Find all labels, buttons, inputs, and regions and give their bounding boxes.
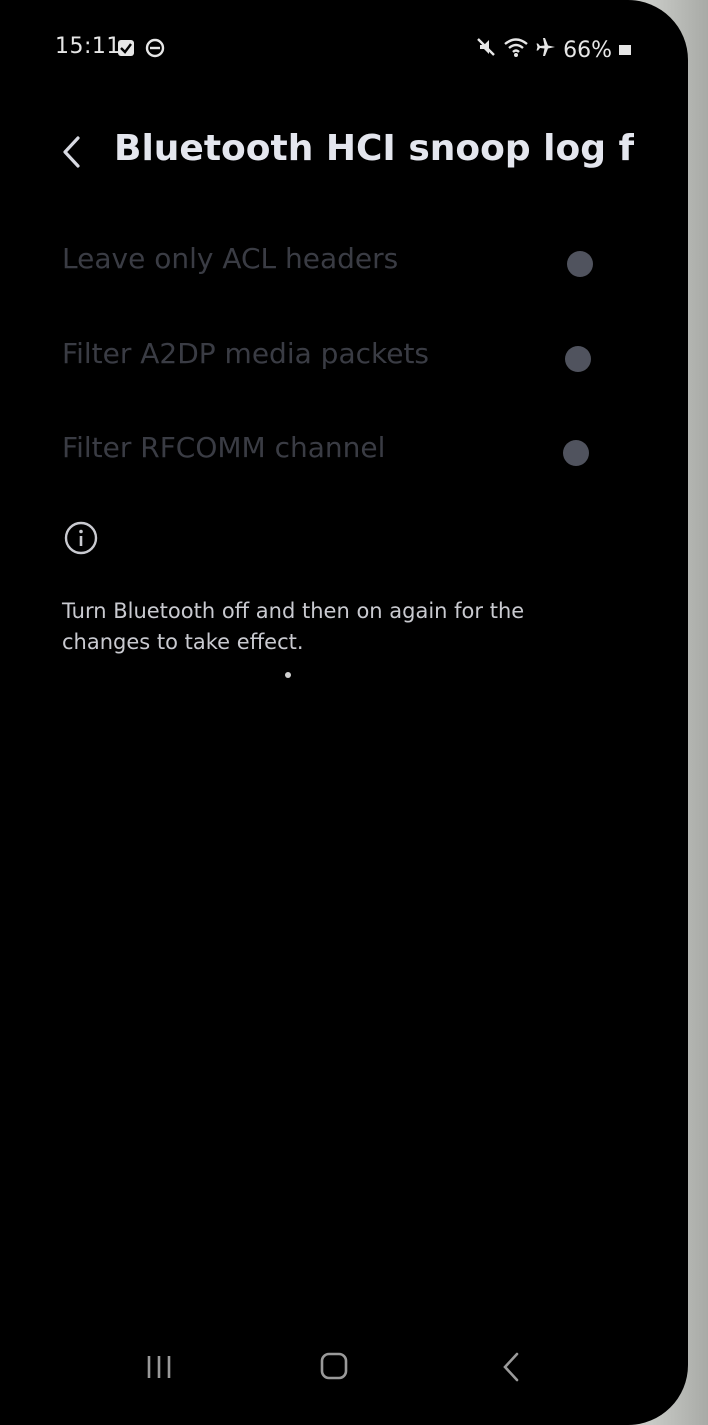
wifi-icon — [503, 36, 529, 64]
info-message-line-2: changes to take effect. — [62, 630, 304, 654]
back-arrow-icon — [503, 1352, 519, 1382]
nav-back-button[interactable] — [500, 1350, 522, 1384]
back-button[interactable] — [56, 130, 90, 174]
radio-button[interactable] — [567, 251, 593, 277]
navigation-bar — [0, 1330, 688, 1405]
chevron-left-icon — [63, 136, 80, 168]
option-label: Filter A2DP media packets — [62, 337, 430, 370]
phone-screen: 15:11 66% Bluetooth HCI snoop log f Leav… — [0, 0, 688, 1425]
airplane-icon — [535, 36, 557, 64]
mute-icon — [475, 36, 497, 64]
recent-apps-icon — [147, 1356, 171, 1378]
radio-button[interactable] — [565, 346, 591, 372]
radio-button[interactable] — [563, 440, 589, 466]
option-leave-only-acl-headers[interactable]: Leave only ACL headers — [0, 218, 688, 298]
status-bar: 15:11 66% — [0, 0, 688, 100]
option-filter-rfcomm-channel[interactable]: Filter RFCOMM channel — [0, 407, 688, 487]
info-message: Turn Bluetooth off and then on again for… — [62, 596, 582, 658]
status-right-icons: 66% — [475, 36, 632, 64]
app-bar: Bluetooth HCI snoop log fil... — [0, 120, 688, 190]
option-label: Filter RFCOMM channel — [62, 431, 386, 464]
option-label: Leave only ACL headers — [62, 242, 399, 275]
battery-percent: 66% — [563, 37, 612, 63]
checkbox-notification-icon — [117, 38, 135, 64]
battery-icon — [618, 38, 632, 63]
touch-indicator-dot — [285, 672, 291, 678]
status-time: 15:11 — [55, 34, 121, 59]
home-icon — [320, 1352, 348, 1380]
messenger-icon — [145, 38, 165, 64]
option-filter-a2dp-media-packets[interactable]: Filter A2DP media packets — [0, 313, 688, 393]
recent-apps-button[interactable] — [145, 1352, 175, 1384]
page-title: Bluetooth HCI snoop log fil... — [114, 128, 634, 169]
home-button[interactable] — [320, 1352, 348, 1380]
info-message-line-1: Turn Bluetooth off and then on again for… — [62, 599, 525, 623]
info-icon — [64, 521, 98, 555]
status-left-icons — [117, 38, 165, 64]
